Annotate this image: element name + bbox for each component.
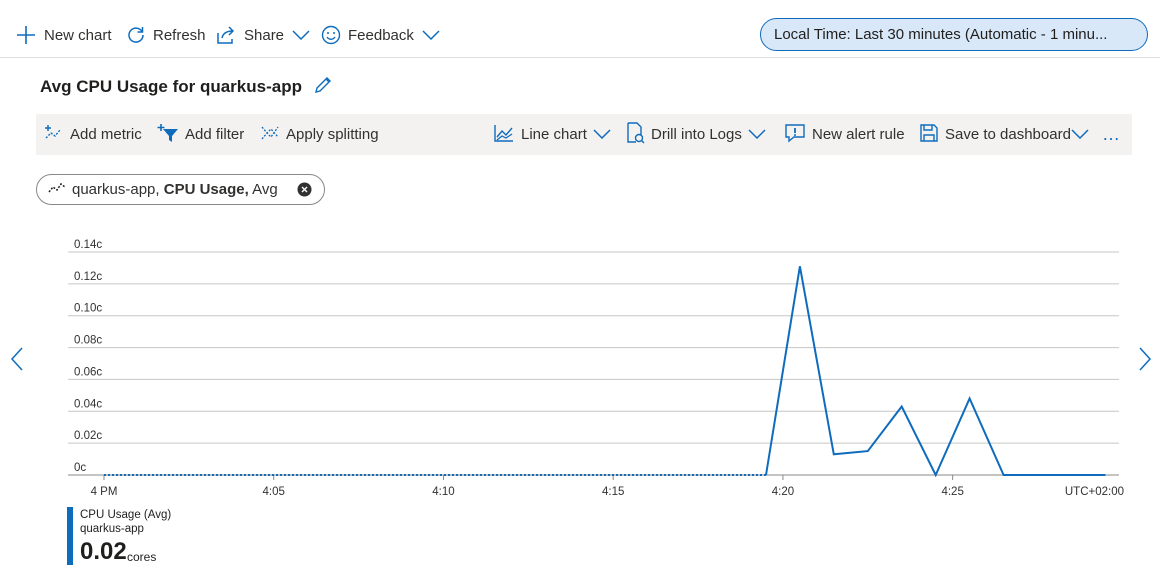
alert-icon xyxy=(784,123,806,147)
chart-title-row: Avg CPU Usage for quarkus-app xyxy=(40,74,334,100)
legend-value: 0.02 xyxy=(80,538,127,565)
chart-toolbar: Add metric Add filter Apply splitting Li… xyxy=(36,114,1132,155)
refresh-icon xyxy=(126,25,146,45)
y-tick-label: 0c xyxy=(74,462,86,474)
y-tick-label: 0.08c xyxy=(74,335,102,347)
chevron-down-icon xyxy=(1071,126,1089,143)
save-to-dashboard-dropdown[interactable]: Save to dashboard xyxy=(919,114,1089,155)
add-metric-label: Add metric xyxy=(70,126,142,143)
drill-into-logs-label: Drill into Logs xyxy=(651,126,742,143)
time-range-picker[interactable]: Local Time: Last 30 minutes (Automatic -… xyxy=(760,18,1148,51)
apply-splitting-label: Apply splitting xyxy=(286,126,379,143)
drill-into-logs-dropdown[interactable]: Drill into Logs xyxy=(625,114,766,155)
x-tick-label: 4 PM xyxy=(91,486,118,498)
x-tick-label: 4:05 xyxy=(263,486,285,498)
add-metric-icon xyxy=(44,123,64,147)
timezone-label: UTC+02:00 xyxy=(1065,486,1124,498)
new-chart-button[interactable]: New chart xyxy=(16,22,112,48)
y-tick-label: 0.12c xyxy=(74,271,102,283)
y-tick-label: 0.14c xyxy=(74,239,102,251)
share-button[interactable]: Share xyxy=(216,22,310,48)
remove-metric-icon[interactable] xyxy=(297,182,312,201)
chevron-down-icon xyxy=(593,126,611,143)
metric-line-icon xyxy=(48,181,66,198)
chart-legend[interactable]: CPU Usage (Avg) quarkus-app 0.02 cores xyxy=(67,507,267,567)
chart-title: Avg CPU Usage for quarkus-app xyxy=(40,77,302,96)
edit-pencil-icon[interactable] xyxy=(312,74,334,101)
legend-unit: cores xyxy=(127,550,157,564)
refresh-button[interactable]: Refresh xyxy=(126,22,206,48)
feedback-button[interactable]: Feedback xyxy=(321,22,440,48)
metric-pill[interactable]: quarkus-app, CPU Usage, Avg xyxy=(36,174,325,205)
filter-icon xyxy=(157,123,179,147)
splitting-icon xyxy=(260,123,280,147)
chevron-down-icon xyxy=(748,126,766,143)
chevron-down-icon xyxy=(292,30,310,40)
plus-icon xyxy=(16,25,36,45)
metric-aggregation: Avg xyxy=(252,181,278,198)
save-icon xyxy=(919,123,939,147)
new-alert-rule-label: New alert rule xyxy=(812,126,905,143)
chevron-down-icon xyxy=(422,30,440,40)
line-chart-dropdown[interactable]: Line chart xyxy=(493,114,611,155)
new-chart-label: New chart xyxy=(44,26,112,44)
add-metric-button[interactable]: Add metric xyxy=(44,114,142,155)
more-icon: … xyxy=(1102,124,1120,144)
x-tick-label: 4:10 xyxy=(432,486,454,498)
line-chart-icon xyxy=(493,123,515,147)
add-filter-button[interactable]: Add filter xyxy=(157,114,244,155)
x-tick-label: 4:25 xyxy=(941,486,963,498)
save-to-dashboard-label: Save to dashboard xyxy=(945,126,1071,143)
command-bar: New chart Refresh Share Feedback Local T… xyxy=(0,0,1160,58)
smiley-icon xyxy=(321,25,341,45)
more-options-button[interactable]: … xyxy=(1102,114,1120,155)
metric-resource: quarkus-app, xyxy=(72,181,160,198)
feedback-label: Feedback xyxy=(348,26,414,44)
x-tick-label: 4:20 xyxy=(772,486,794,498)
y-tick-label: 0.02c xyxy=(74,430,102,442)
y-tick-label: 0.10c xyxy=(74,303,102,315)
y-tick-label: 0.06c xyxy=(74,366,102,378)
line-chart-plot: 0c 0.02c 0.04c 0.06c 0.08c 0.10c 0.12c 0.14c 4 P… xyxy=(68,239,1124,498)
add-filter-label: Add filter xyxy=(185,126,245,143)
legend-color-bar xyxy=(67,507,73,565)
x-tick-label: 4:15 xyxy=(602,486,624,498)
refresh-label: Refresh xyxy=(153,26,206,44)
metric-name: CPU Usage, xyxy=(163,181,249,198)
share-icon xyxy=(216,25,236,45)
new-alert-rule-button[interactable]: New alert rule xyxy=(784,114,905,155)
series-line xyxy=(765,266,1106,478)
legend-series-name: CPU Usage (Avg) xyxy=(80,509,172,521)
logs-icon xyxy=(625,121,645,148)
metric-pill-text: quarkus-app, CPU Usage, Avg xyxy=(72,181,278,198)
apply-splitting-button[interactable]: Apply splitting xyxy=(260,114,379,155)
legend-resource: quarkus-app xyxy=(80,523,144,535)
line-chart-label: Line chart xyxy=(521,126,587,143)
share-label: Share xyxy=(244,26,285,44)
y-tick-label: 0.04c xyxy=(74,398,102,410)
